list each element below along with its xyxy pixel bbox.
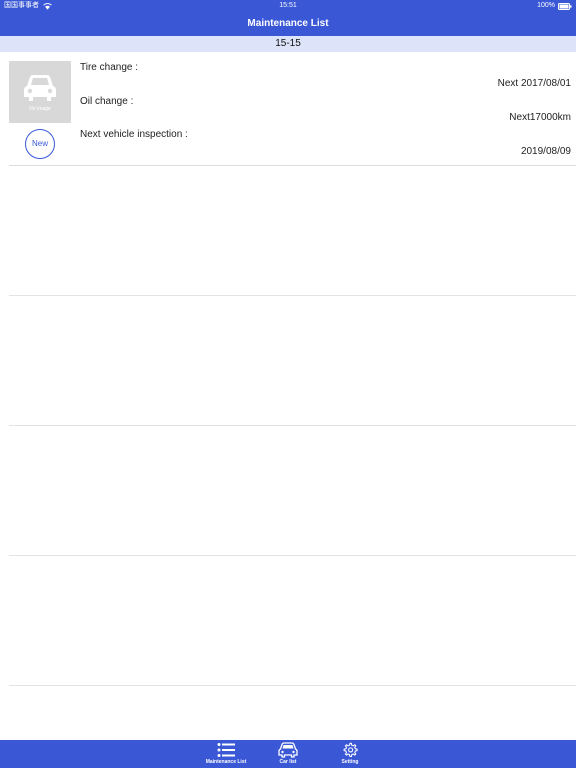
nav-title: Maintenance List	[0, 12, 576, 36]
tab-setting[interactable]: Setting	[332, 740, 368, 768]
oil-change-label: Oil change :	[80, 96, 134, 107]
inspection-label: Next vehicle inspection :	[80, 129, 188, 140]
gear-icon	[343, 742, 358, 758]
tab-label: Maintenance List	[205, 759, 247, 765]
list-icon	[217, 743, 235, 757]
car-row[interactable]: No Image New Tire change : Next 2017/08/…	[9, 52, 576, 166]
car-thumbnail: No Image	[9, 61, 71, 123]
list-item	[9, 296, 576, 426]
status-bar: 国国事事者 15:51 100%	[0, 0, 576, 12]
tab-bar: Maintenance List Car list Setting	[0, 740, 576, 768]
oil-change-value: Next17000km	[509, 112, 571, 123]
list-item	[9, 166, 576, 296]
car-icon	[278, 742, 298, 758]
new-button[interactable]: New	[25, 129, 55, 159]
tire-change-value: Next 2017/08/01	[497, 78, 571, 89]
status-time: 15:51	[279, 2, 297, 9]
maintenance-list: No Image New Tire change : Next 2017/08/…	[0, 52, 576, 686]
list-item	[9, 426, 576, 556]
tab-car-list[interactable]: Car list	[270, 740, 306, 768]
tab-maintenance-list[interactable]: Maintenance List	[201, 740, 251, 768]
tab-label: Setting	[341, 759, 359, 765]
inspection-value: 2019/08/09	[520, 146, 571, 157]
tab-label: Car list	[279, 759, 297, 765]
battery-percent: 100%	[537, 2, 555, 9]
battery-icon	[558, 2, 572, 10]
list-item	[9, 556, 576, 686]
no-image-label: No Image	[29, 106, 51, 112]
tire-change-label: Tire change :	[80, 62, 138, 73]
section-header: 15-15	[0, 36, 576, 52]
status-right: 100%	[537, 0, 572, 12]
car-icon	[24, 75, 56, 101]
